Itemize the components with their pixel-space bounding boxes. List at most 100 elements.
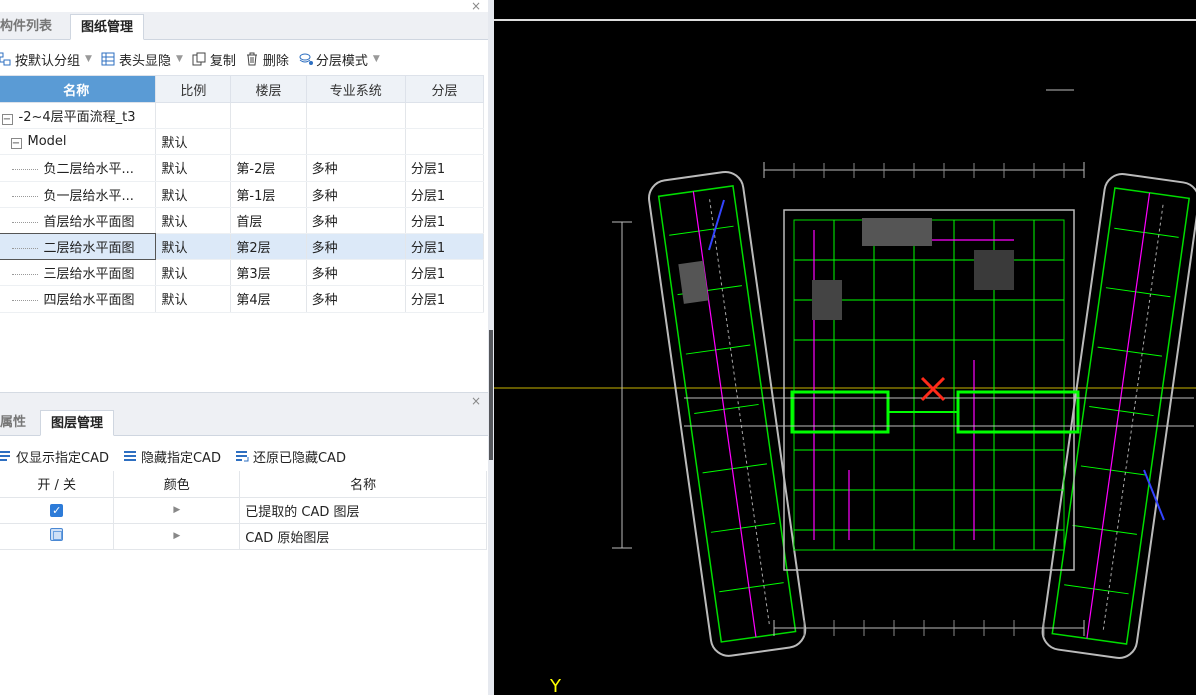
close-icon[interactable]: × — [470, 0, 482, 12]
row-name: 负二层给水平... — [43, 162, 134, 178]
row-floor: 第-1层 — [230, 181, 307, 208]
chevron-down-icon: ▼ — [85, 54, 92, 64]
root-name: -2~4层平面流程_t3 — [18, 110, 136, 126]
row-floor: 第2层 — [230, 233, 307, 261]
column-header-scale[interactable]: 比例 — [155, 75, 232, 103]
row-scale: 默认 — [155, 259, 232, 287]
column-header-name[interactable]: 名称 — [0, 75, 157, 103]
row-name: 二层给水平面图 — [43, 241, 135, 257]
show-only-cad-button[interactable]: 仅显示指定CAD — [0, 447, 109, 466]
group-label: 按默认分组 — [15, 53, 81, 69]
tab-component-list[interactable]: 构件列表 — [0, 14, 62, 40]
layer-toolbar: 仅显示指定CAD 隐藏指定CAD 还原已隐藏CAD — [0, 441, 488, 471]
layer-table: 开 / 关 颜色 名称 ✓ ▶ 已提取的 CAD 图层 ▶ CAD 原始图层 — [0, 471, 487, 550]
table-header-icon — [101, 52, 115, 66]
header-toggle-label: 表头显隐 — [118, 53, 171, 69]
collapse-icon[interactable]: − — [10, 138, 22, 150]
row-name: 四层给水平面图 — [43, 293, 135, 309]
left-panel: × 构件列表 图纸管理 按默认分组 ▼ 表头显隐 ▼ 复制 删除 分层模式 ▼ … — [0, 0, 488, 695]
layer-name: 已提取的 CAD 图层 — [239, 497, 487, 524]
table-row[interactable]: 三层给水平面图 默认 第3层 多种 分层1 — [0, 259, 485, 287]
row-system: 多种 — [306, 181, 406, 208]
row-scale: 默认 — [155, 207, 232, 234]
table-row[interactable]: 负一层给水平... 默认 第-1层 多种 分层1 — [0, 181, 485, 208]
row-system: 多种 — [306, 259, 406, 287]
copy-label: 复制 — [209, 53, 236, 69]
color-dropdown-icon[interactable]: ▶ — [173, 531, 180, 541]
row-layer: 分层1 — [405, 259, 485, 287]
row-name: 三层给水平面图 — [43, 267, 135, 283]
restore-cad-button[interactable]: 还原已隐藏CAD — [235, 447, 346, 466]
drawing-toolbar: 按默认分组 ▼ 表头显隐 ▼ 复制 删除 分层模式 ▼ — [0, 44, 488, 74]
copy-button[interactable]: 复制 — [192, 50, 236, 69]
tab-layer-management[interactable]: 图层管理 — [40, 410, 115, 436]
row-layer: 分层1 — [405, 233, 485, 261]
group-icon — [0, 52, 11, 66]
layer-row[interactable]: ✓ ▶ 已提取的 CAD 图层 — [0, 497, 487, 524]
close-icon[interactable]: × — [470, 395, 482, 407]
row-floor: 第3层 — [230, 259, 307, 287]
copy-icon — [192, 52, 206, 66]
y-axis-label: Y — [549, 676, 562, 695]
table-row[interactable]: 四层给水平面图 默认 第4层 多种 分层1 — [0, 285, 485, 313]
group-button[interactable]: 按默认分组 ▼ — [0, 50, 92, 69]
row-layer: 分层1 — [405, 285, 485, 313]
column-header-layer-name[interactable]: 名称 — [239, 471, 487, 498]
drawing-table: 名称 比例 楼层 专业系统 分层 − -2~4层平面流程_t3 − Model 默认 — [0, 75, 485, 313]
row-name: 首层给水平面图 — [43, 214, 135, 230]
chevron-down-icon: ▼ — [372, 54, 380, 64]
column-header-floor[interactable]: 楼层 — [230, 75, 307, 103]
panel-divider[interactable] — [0, 392, 488, 408]
cad-drawing: Y — [494, 19, 1196, 695]
table-row-selected[interactable]: 二层给水平面图 默认 第2层 多种 分层1 — [0, 233, 485, 261]
hide-cad-label: 隐藏指定CAD — [140, 450, 221, 466]
table-row[interactable]: 负二层给水平... 默认 第-2层 多种 分层1 — [0, 154, 485, 182]
cad-canvas[interactable]: Y — [494, 0, 1196, 695]
layer-visibility-checkbox[interactable]: ✓ — [50, 503, 64, 517]
row-scale: 默认 — [155, 181, 232, 208]
layer-mode-label: 分层模式 — [315, 53, 368, 69]
layer-visibility-checkbox[interactable] — [50, 527, 64, 541]
layer-name: CAD 原始图层 — [239, 523, 487, 550]
row-system: 多种 — [306, 233, 406, 261]
color-dropdown-icon[interactable]: ▶ — [173, 505, 180, 515]
row-floor: 第4层 — [230, 285, 307, 313]
restore-cad-label: 还原已隐藏CAD — [252, 450, 346, 466]
row-system: 多种 — [306, 154, 406, 182]
top-tab-bar: 构件列表 图纸管理 — [0, 12, 488, 40]
layers-icon — [298, 52, 313, 66]
tab-drawing-management[interactable]: 图纸管理 — [70, 14, 145, 40]
column-header-system[interactable]: 专业系统 — [305, 75, 406, 103]
header-toggle-button[interactable]: 表头显隐 ▼ — [101, 50, 183, 69]
row-system: 多种 — [306, 285, 406, 313]
table-row[interactable]: 首层给水平面图 默认 首层 多种 分层1 — [0, 207, 485, 234]
table-row-root[interactable]: − -2~4层平面流程_t3 — [0, 102, 485, 130]
layers-restore-icon — [235, 449, 249, 463]
row-floor: 第-2层 — [230, 154, 307, 182]
row-scale: 默认 — [155, 233, 232, 261]
hide-cad-button[interactable]: 隐藏指定CAD — [123, 447, 221, 466]
column-header-color[interactable]: 颜色 — [113, 471, 241, 498]
model-name: Model — [27, 134, 67, 150]
row-layer: 分层1 — [405, 154, 485, 182]
table-row-model[interactable]: − Model 默认 — [0, 128, 485, 156]
collapse-icon[interactable]: − — [1, 114, 13, 126]
row-layer: 分层1 — [405, 181, 485, 208]
layer-mode-button[interactable]: 分层模式 ▼ — [298, 50, 380, 69]
layer-row[interactable]: ▶ CAD 原始图层 — [0, 523, 487, 550]
row-scale: 默认 — [155, 285, 232, 313]
layers-hide-icon — [123, 449, 137, 463]
row-scale: 默认 — [155, 154, 232, 182]
model-scale: 默认 — [155, 128, 232, 156]
column-header-layer[interactable]: 分层 — [404, 75, 485, 103]
layers-show-icon — [0, 449, 12, 463]
chevron-down-icon: ▼ — [175, 54, 183, 64]
tab-properties[interactable]: 属性 — [0, 410, 36, 436]
splitter-grip[interactable] — [489, 330, 493, 460]
row-system: 多种 — [306, 207, 406, 234]
column-header-toggle[interactable]: 开 / 关 — [0, 471, 115, 498]
delete-label: 删除 — [262, 53, 289, 69]
bottom-tab-bar: 属性 图层管理 — [0, 408, 488, 436]
row-name: 负一层给水平... — [43, 188, 134, 204]
delete-button[interactable]: 删除 — [245, 50, 289, 69]
